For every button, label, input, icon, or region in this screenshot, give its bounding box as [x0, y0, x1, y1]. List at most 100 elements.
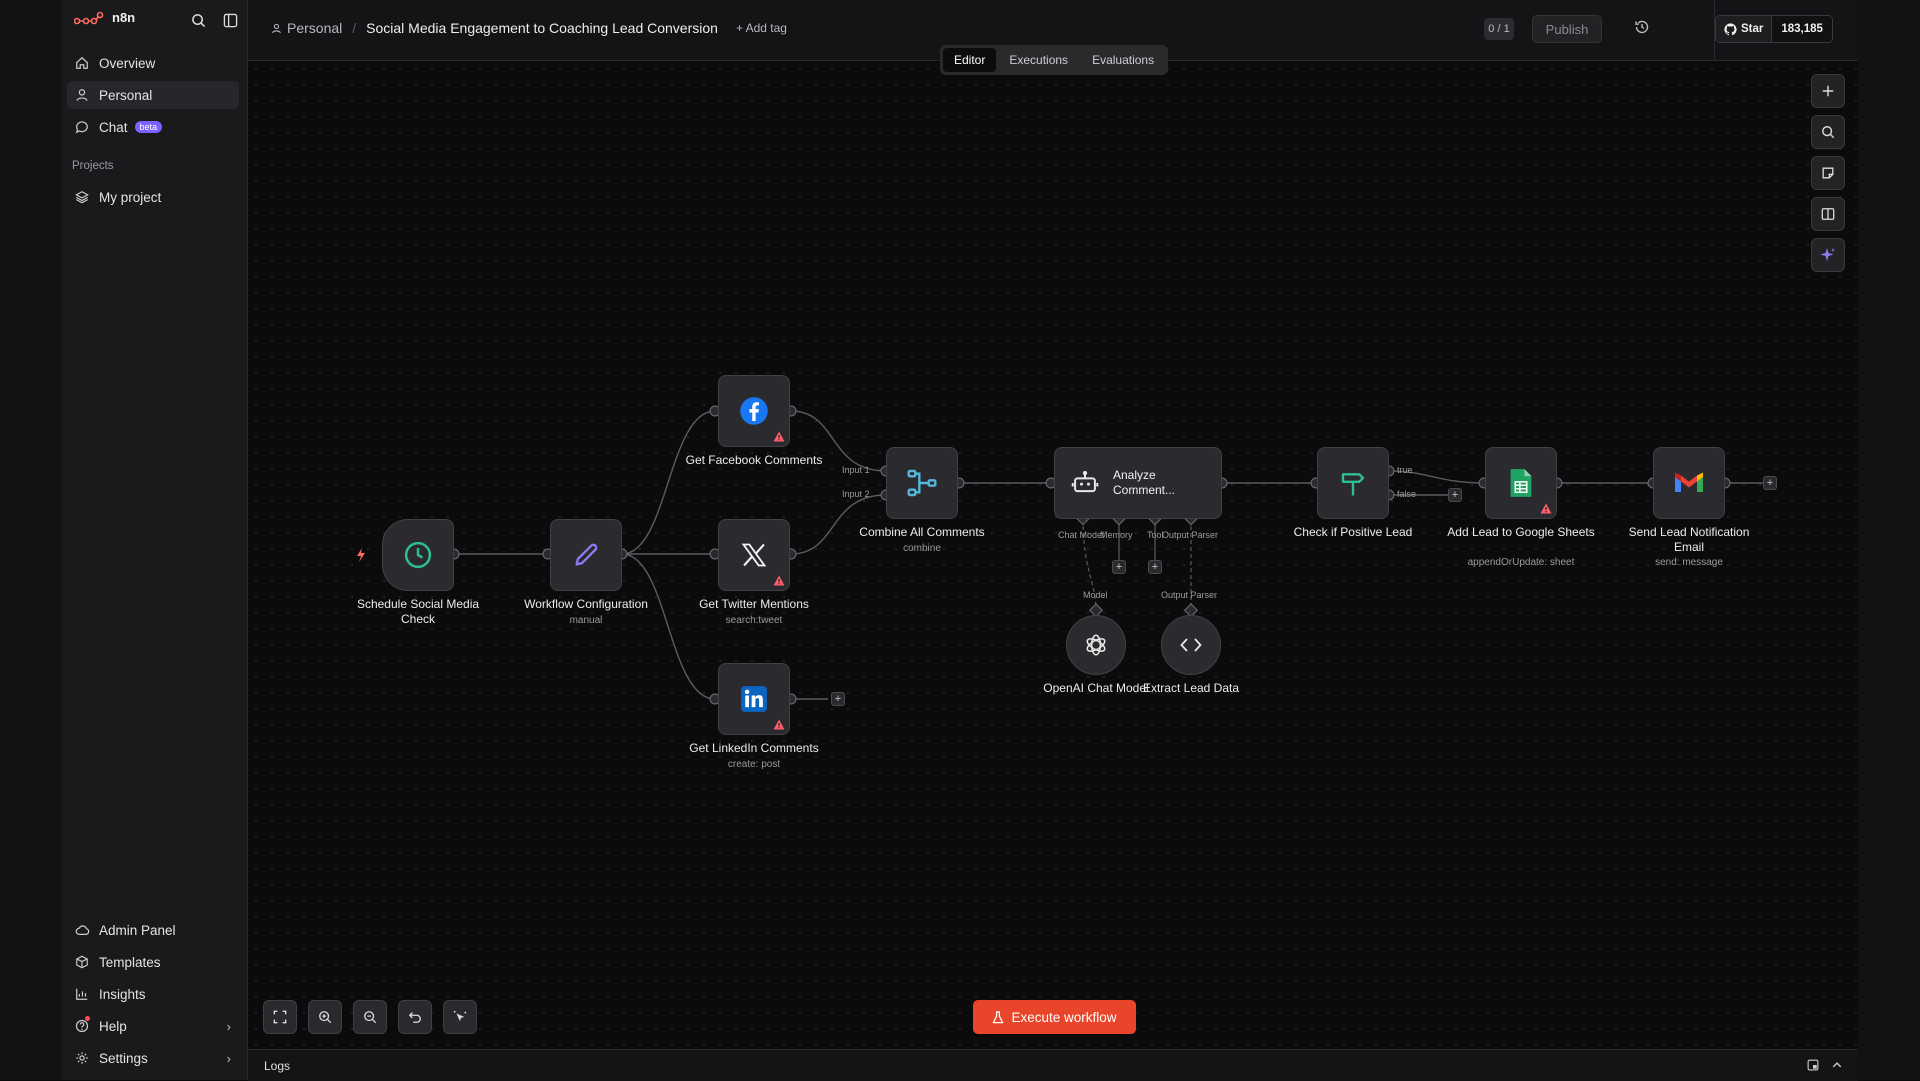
github-icon	[1724, 22, 1737, 35]
warning-icon	[773, 719, 785, 730]
node-subtitle: create: post	[727, 759, 781, 770]
github-star-label: Star	[1741, 23, 1764, 35]
chevron-up-icon[interactable]	[1830, 1058, 1844, 1072]
n8n-logo[interactable]: n8n	[74, 10, 135, 25]
undo-icon	[408, 1012, 421, 1023]
bar-chart-icon	[74, 986, 90, 1002]
github-star-button[interactable]: Star	[1716, 16, 1773, 42]
node-ai-agent[interactable]: Analyze Comment...	[1054, 447, 1222, 519]
workflow-title[interactable]: Social Media Engagement to Coaching Lead…	[366, 20, 718, 36]
search-icon[interactable]	[189, 11, 207, 29]
n8n-logo-icon	[74, 11, 104, 24]
ai-assistant-button[interactable]	[1811, 238, 1845, 272]
chat-icon	[74, 119, 90, 135]
toggle-panel-button[interactable]	[1811, 197, 1845, 231]
node-subtitle: search:tweet	[725, 615, 783, 626]
sidebar-item-label: Help	[99, 1018, 127, 1034]
node-label: Workflow Configuration	[524, 597, 648, 611]
tab-editor[interactable]: Editor	[943, 48, 997, 72]
node-label: Extract Lead Data	[1142, 681, 1240, 695]
sidebar-item-personal[interactable]: Personal	[67, 81, 239, 109]
sidebar-toggle-icon[interactable]	[221, 11, 239, 29]
sidebar-item-help[interactable]: Help ›	[67, 1012, 239, 1040]
execute-workflow-label: Execute workflow	[1011, 1009, 1117, 1025]
node-gmail[interactable]	[1653, 447, 1725, 519]
node-if[interactable]	[1317, 447, 1389, 519]
sidebar-item-settings[interactable]: Settings ›	[67, 1044, 239, 1072]
add-node-button[interactable]: +	[831, 692, 845, 706]
zoom-in-button[interactable]	[308, 1000, 342, 1034]
breadcrumb-project-label: Personal	[287, 20, 343, 36]
publish-button[interactable]: Publish	[1532, 15, 1602, 43]
port-label-model: Model	[1083, 590, 1108, 600]
search-icon	[1822, 126, 1835, 139]
undo-button[interactable]	[398, 1000, 432, 1034]
sparkle-icon	[1820, 248, 1835, 261]
merge-icon	[907, 469, 937, 497]
google-sheets-icon	[1510, 469, 1532, 497]
node-label: Analyze Comment...	[1113, 468, 1176, 497]
add-memory-button[interactable]: +	[1112, 560, 1126, 574]
port-label-chat-model: Chat Model	[1058, 530, 1105, 540]
sticky-note-button[interactable]	[1811, 156, 1845, 190]
sidebar-item-overview[interactable]: Overview	[67, 49, 239, 77]
node-linkedin[interactable]	[718, 663, 790, 735]
execute-workflow-button[interactable]: Execute workflow	[973, 1000, 1136, 1034]
add-node-button[interactable]: +	[1763, 476, 1777, 490]
layers-icon	[74, 189, 90, 205]
node-label: Get Facebook Comments	[685, 453, 823, 467]
connections-layer	[357, 405, 1763, 705]
sidebar-item-insights[interactable]: Insights	[67, 980, 239, 1008]
pop-out-icon[interactable]	[1806, 1058, 1820, 1072]
notification-dot	[85, 1016, 90, 1021]
add-node-button[interactable]: +	[1448, 488, 1462, 502]
node-google-sheets[interactable]	[1485, 447, 1557, 519]
sidebar-item-my-project[interactable]: My project	[67, 183, 239, 211]
node-schedule[interactable]	[382, 519, 454, 591]
workflow-canvas[interactable]: Schedule Social Media Check Workflow Con…	[248, 61, 1858, 1049]
node-merge[interactable]	[886, 447, 958, 519]
sidebar-item-label: Overview	[99, 55, 156, 71]
port-label-output-parser: Output Parser	[1161, 590, 1218, 600]
logs-bar[interactable]: Logs	[248, 1049, 1858, 1081]
node-workflow-configuration[interactable]	[550, 519, 622, 591]
node-twitter[interactable]	[718, 519, 790, 591]
code-icon	[1180, 638, 1202, 652]
tidy-up-button[interactable]	[443, 1000, 477, 1034]
node-subtitle: combine	[903, 543, 941, 554]
beta-badge: beta	[134, 121, 163, 133]
sidebar-item-chat[interactable]: Chat beta	[67, 113, 239, 141]
fit-view-button[interactable]	[263, 1000, 297, 1034]
sticky-note-icon	[1822, 167, 1834, 179]
history-icon[interactable]	[1634, 19, 1654, 39]
node-subtitle: appendOrUpdate: sheet	[1467, 557, 1575, 568]
app-name: n8n	[112, 10, 136, 25]
node-label: Send Lead Notification Email	[1628, 525, 1750, 554]
sidebar-item-label: Insights	[99, 986, 146, 1002]
port-label-input-2: Input 2	[842, 489, 870, 499]
trigger-bolt-icon	[357, 548, 365, 562]
breadcrumb-separator: /	[352, 20, 357, 36]
cursor-sparkle-icon	[453, 1010, 467, 1022]
sidebar-item-label: Admin Panel	[99, 922, 176, 938]
zoom-out-button[interactable]	[353, 1000, 387, 1034]
tab-evaluations[interactable]: Evaluations	[1081, 48, 1165, 72]
port-label-true: true	[1397, 465, 1413, 475]
node-extract-lead-data[interactable]	[1161, 615, 1221, 675]
fit-view-icon	[273, 1010, 287, 1024]
breadcrumb-project[interactable]: Personal	[271, 20, 342, 36]
add-tag-button[interactable]: + Add tag	[736, 21, 787, 35]
sidebar-item-label: Chat	[99, 119, 128, 135]
search-nodes-button[interactable]	[1811, 115, 1845, 149]
add-node-panel-button[interactable]	[1811, 74, 1845, 108]
node-openai-chat-model[interactable]	[1066, 615, 1126, 675]
add-tool-button[interactable]: +	[1148, 560, 1162, 574]
gmail-icon	[1675, 472, 1703, 492]
sidebar-item-admin-panel[interactable]: Admin Panel	[67, 916, 239, 944]
node-facebook[interactable]	[718, 375, 790, 447]
tab-executions[interactable]: Executions	[998, 48, 1079, 72]
node-label: Check if Positive Lead	[1293, 525, 1413, 539]
github-star-count[interactable]: 183,185	[1772, 16, 1832, 42]
sidebar-item-templates[interactable]: Templates	[67, 948, 239, 976]
warning-icon	[773, 575, 785, 586]
